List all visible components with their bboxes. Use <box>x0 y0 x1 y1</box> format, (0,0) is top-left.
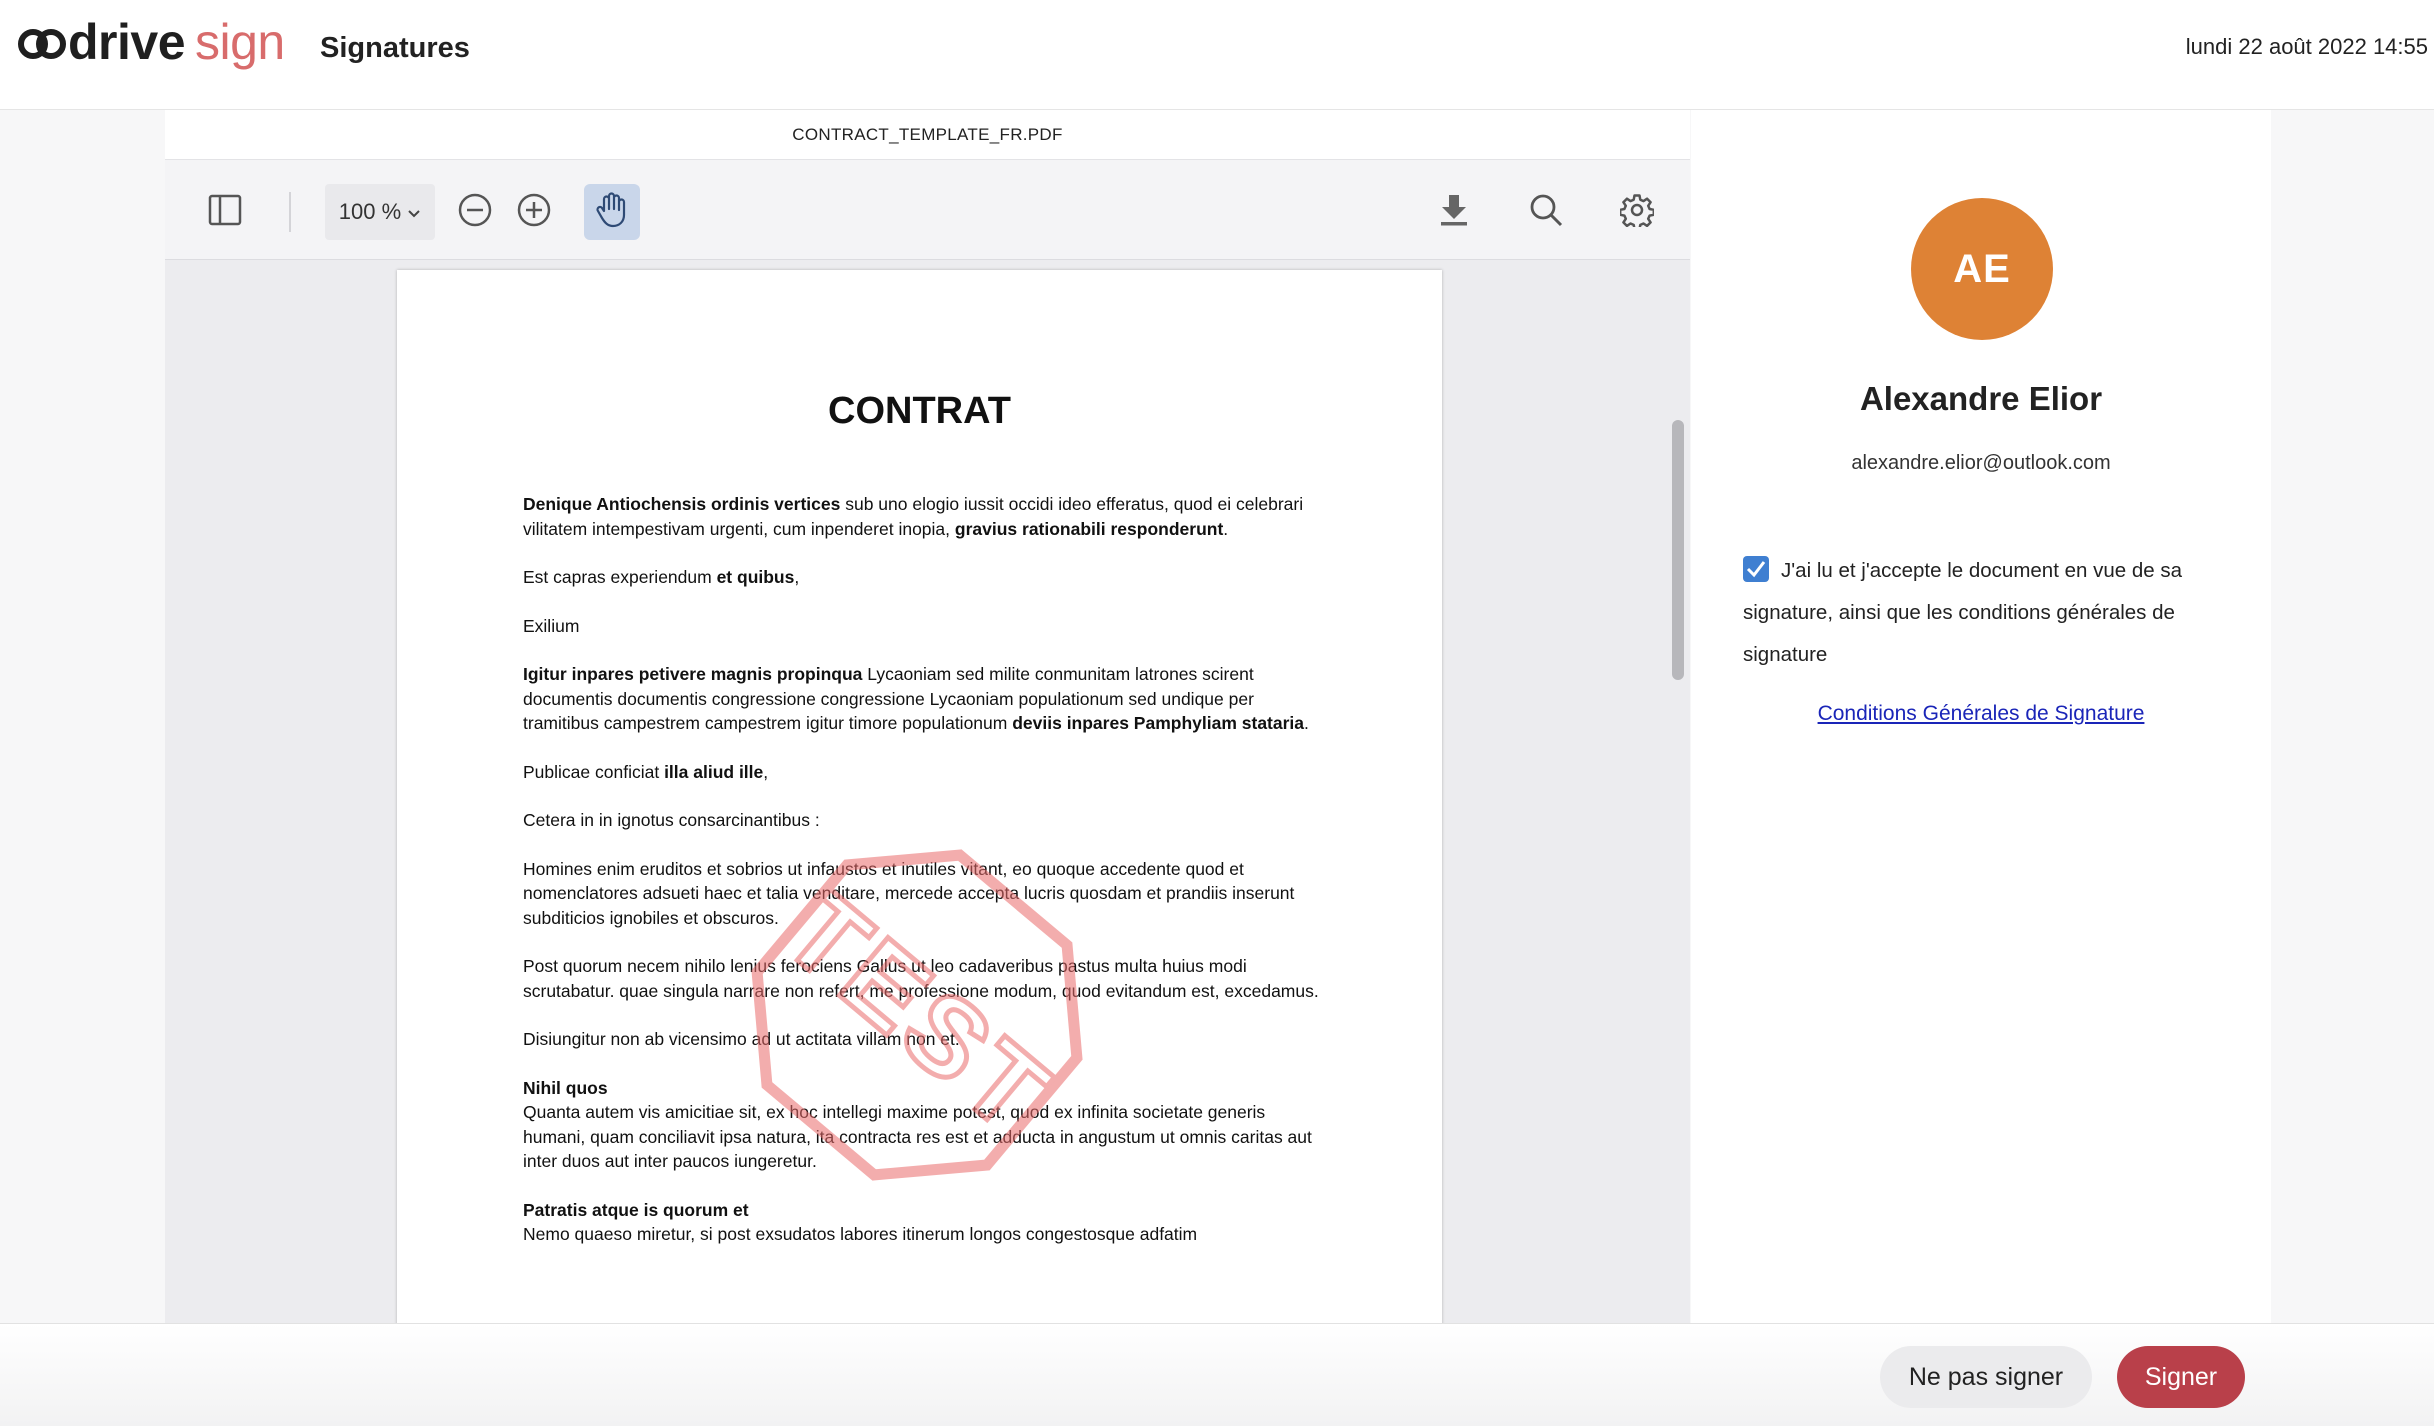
zoom-out-icon <box>457 192 493 233</box>
right-margin <box>2271 110 2434 1323</box>
action-footer: Ne pas signer Signer <box>0 1323 2434 1426</box>
consent-label: J'ai lu et j'accepte le document en vue … <box>1743 559 2182 666</box>
sidebar-toggle-button[interactable] <box>197 184 253 240</box>
logo-mark-icon <box>18 29 66 59</box>
document-scrollbar[interactable] <box>1672 420 1684 680</box>
document-body: Denique Antiochensis ordinis vertices su… <box>523 492 1323 1271</box>
hand-tool-button[interactable] <box>584 184 640 240</box>
page-title: Signatures <box>320 32 470 64</box>
document-scroll-area[interactable]: CONTRAT Denique Antiochensis ordinis ver… <box>165 260 1690 1323</box>
download-icon <box>1438 193 1470 232</box>
document-title: CONTRAT <box>828 390 1011 432</box>
decline-button[interactable]: Ne pas signer <box>1880 1346 2092 1408</box>
settings-button[interactable] <box>1609 184 1665 240</box>
download-button[interactable] <box>1426 184 1482 240</box>
search-icon <box>1528 192 1564 233</box>
sign-button[interactable]: Signer <box>2117 1346 2245 1408</box>
hand-tool-icon <box>594 191 630 234</box>
document-paragraph: Homines enim eruditos et sobrios ut infa… <box>523 858 1295 928</box>
settings-gear-icon <box>1618 193 1656 232</box>
document-paragraph: Est capras experiendum et quibus, <box>523 567 800 587</box>
app-header: drive sign Signatures lundi 22 août 2022… <box>0 0 2434 110</box>
toolbar-divider <box>289 192 291 232</box>
sidebar-toggle-icon <box>208 194 242 231</box>
terms-link[interactable]: Conditions Générales de Signature <box>1691 702 2271 726</box>
document-paragraph: Denique Antiochensis ordinis vertices su… <box>523 494 1304 539</box>
document-filename: CONTRACT_TEMPLATE_FR.PDF <box>165 110 1690 160</box>
document-paragraph: Igitur inpares petivere magnis propinqua… <box>523 664 1309 733</box>
zoom-out-button[interactable] <box>447 184 503 240</box>
document-paragraph: Nihil quos Quanta autem vis amicitiae sit… <box>523 1077 1312 1172</box>
current-datetime: lundi 22 août 2022 14:55 <box>2185 34 2428 59</box>
signer-email: alexandre.elior@outlook.com <box>1851 452 2111 474</box>
logo-word: drive <box>68 14 186 70</box>
consent-row: J'ai lu et j'accepte le document en vue … <box>1743 550 2223 676</box>
search-button[interactable] <box>1518 184 1574 240</box>
document-paragraph: Disiungitur non ab vicensimo ad ut actit… <box>523 1029 960 1049</box>
document-paragraph: Post quorum necem nihilo lenius ferocien… <box>523 956 1319 1001</box>
document-paragraph: Exilium <box>523 615 580 636</box>
pdf-viewer: CONTRACT_TEMPLATE_FR.PDF 100 % CONTRAT D… <box>165 110 1690 1323</box>
document-paragraph: Patratis atque is quorum et Nemo quaeso m… <box>523 1199 1198 1245</box>
logo-suffix: sign <box>195 14 285 70</box>
odrive-sign-logo[interactable]: drive sign <box>18 14 285 70</box>
signer-name: Alexandre Elior <box>1859 380 2103 417</box>
zoom-in-button[interactable] <box>506 184 562 240</box>
zoom-level-select[interactable]: 100 % <box>325 184 435 240</box>
document-paragraph: Cetera in in ignotus consarcinantibus : <box>523 810 820 830</box>
zoom-level-value: 100 % <box>338 199 402 224</box>
consent-checkbox[interactable] <box>1743 556 1769 582</box>
signer-panel: AE Alexandre Elior alexandre.elior@outlo… <box>1691 110 2271 1323</box>
pdf-toolbar: 100 % <box>165 160 1690 260</box>
pdf-page: CONTRAT Denique Antiochensis ordinis ver… <box>397 270 1442 1323</box>
checkmark-icon <box>1746 561 1766 578</box>
chevron-down-icon <box>407 199 421 225</box>
document-paragraph: Publicae conficiat illa aliud ille, <box>523 761 769 782</box>
zoom-in-icon <box>516 192 552 233</box>
signer-avatar: AE <box>1911 198 2053 340</box>
